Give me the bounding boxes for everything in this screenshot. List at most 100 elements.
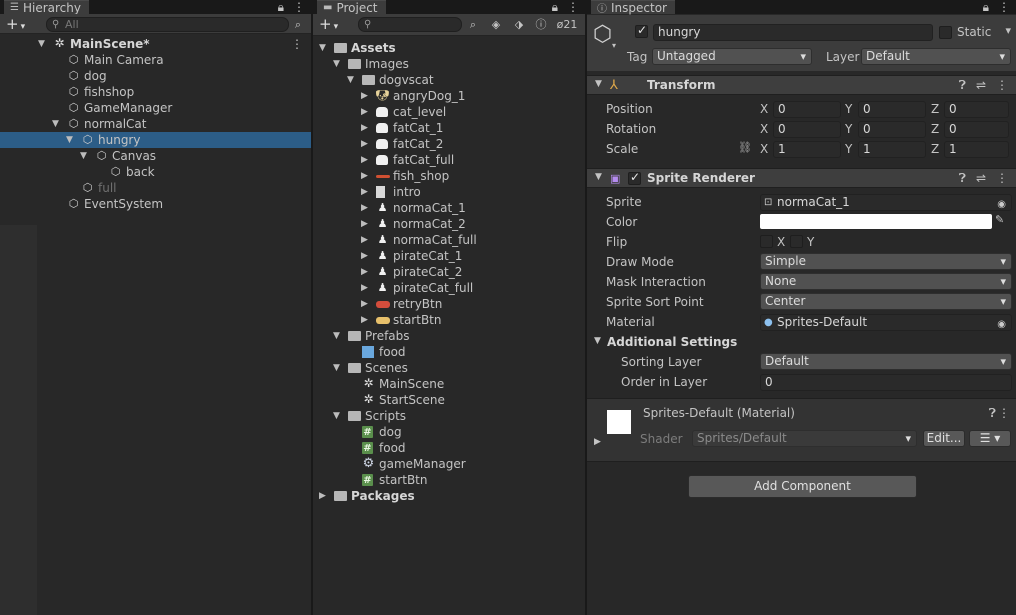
layer-dropdown[interactable]: Default <box>861 48 1011 65</box>
expanded-arrow-icon[interactable]: ▼ <box>333 56 340 72</box>
position-x-field[interactable]: 0 <box>773 101 841 118</box>
rotation-z-axis-label[interactable]: Z <box>931 120 939 138</box>
project-item-piratecat-1[interactable]: ▶ ♟ pirateCat_1 <box>313 248 585 264</box>
create-button[interactable]: + ▾ <box>6 17 25 34</box>
help-icon[interactable]: ❓︎ <box>959 171 966 186</box>
sprite-sort-point-dropdown[interactable]: Center <box>760 293 1012 310</box>
shader-dropdown[interactable]: Sprites/Default <box>692 430 917 447</box>
rotation-z-field[interactable]: 0 <box>944 121 1009 138</box>
draw-mode-dropdown[interactable]: Simple <box>760 253 1012 270</box>
expanded-arrow-icon[interactable]: ▼ <box>333 360 340 376</box>
scale-x-field[interactable]: 1 <box>773 141 841 158</box>
project-item-piratecat-2[interactable]: ▶ ♟ pirateCat_2 <box>313 264 585 280</box>
rotation-x-field[interactable]: 0 <box>773 121 841 138</box>
project-item-assets[interactable]: ▼ Assets <box>313 40 585 56</box>
project-item-fatcat-1[interactable]: ▶ fatCat_1 <box>313 120 585 136</box>
collapse-arrow-icon[interactable]: ▼ <box>595 79 602 89</box>
mask-interaction-dropdown[interactable]: None <box>760 273 1012 290</box>
component-menu-icon[interactable]: ⋮ <box>996 78 1008 93</box>
static-checkbox[interactable] <box>939 26 952 39</box>
lock-icon[interactable]: 🔒︎ <box>552 0 558 15</box>
hidden-packages-button[interactable]: ø21 <box>553 17 581 33</box>
order-in-layer-field[interactable]: 0 <box>760 374 1012 391</box>
project-item-fish-shop[interactable]: ▶ fish_shop <box>313 168 585 184</box>
filter-label-icon[interactable]: ⬗ <box>510 17 528 33</box>
scene-menu-icon[interactable]: ⋮ <box>291 36 303 52</box>
project-item-packages[interactable]: ▶ Packages <box>313 488 585 504</box>
expanded-arrow-icon[interactable]: ▼ <box>347 72 354 88</box>
hierarchy-item-hungry[interactable]: ▼ ⬡ hungry <box>0 132 311 148</box>
expanded-arrow-icon[interactable]: ▼ <box>80 148 87 164</box>
tag-dropdown[interactable]: Untagged <box>652 48 812 65</box>
project-item-startbtn[interactable]: ▶ startBtn <box>313 312 585 328</box>
collapsed-arrow-icon[interactable]: ▶ <box>361 184 368 200</box>
material-field[interactable]: ● Sprites-Default ◉ <box>760 314 1012 331</box>
component-menu-icon[interactable]: ⋮ <box>998 406 1010 420</box>
project-item-images[interactable]: ▼ Images <box>313 56 585 72</box>
add-component-button[interactable]: Add Component <box>688 475 917 498</box>
project-item-fatcat-2[interactable]: ▶ fatCat_2 <box>313 136 585 152</box>
expanded-arrow-icon[interactable]: ▼ <box>66 132 73 148</box>
project-item-angrydog-1[interactable]: ▶ 🐶︎ angryDog_1 <box>313 88 585 104</box>
create-asset-button[interactable]: + ▾ <box>319 17 338 34</box>
project-item-intro[interactable]: ▶ intro <box>313 184 585 200</box>
project-item-dog[interactable]: # dog <box>313 424 585 440</box>
gameobject-cube-icon[interactable]: ⬡ <box>593 22 612 47</box>
scale-z-axis-label[interactable]: Z <box>931 140 939 158</box>
collapsed-arrow-icon[interactable]: ▶ <box>361 88 368 104</box>
collapsed-arrow-icon[interactable]: ▶ <box>361 200 368 216</box>
expanded-arrow-icon[interactable]: ▼ <box>333 328 340 344</box>
object-name-field[interactable]: hungry <box>653 24 933 41</box>
position-y-field[interactable]: 0 <box>858 101 926 118</box>
icon-dropdown-arrow[interactable]: ▾ <box>612 41 616 50</box>
flip-x-checkbox[interactable] <box>760 235 773 248</box>
project-item-retrybtn[interactable]: ▶ retryBtn <box>313 296 585 312</box>
collapsed-arrow-icon[interactable]: ▶ <box>361 248 368 264</box>
rotation-y-field[interactable]: 0 <box>858 121 926 138</box>
scale-z-field[interactable]: 1 <box>944 141 1009 158</box>
eyedropper-icon[interactable]: ✎ <box>995 213 1004 226</box>
collapsed-arrow-icon[interactable]: ▶ <box>361 232 368 248</box>
transform-header[interactable]: ▼ ⅄ Transform ❓︎ ⇌ ⋮ <box>587 75 1016 95</box>
search-filter-button[interactable]: ⌕ <box>289 17 307 33</box>
project-tab[interactable]: ▬ Project <box>317 0 386 15</box>
info-icon[interactable]: ⓘ <box>532 17 550 33</box>
hierarchy-item-canvas[interactable]: ▼ ⬡ Canvas <box>0 148 311 164</box>
sprite-renderer-enabled-checkbox[interactable] <box>628 170 641 185</box>
tab-menu-icon[interactable]: ⋮ <box>567 0 579 14</box>
sorting-layer-dropdown[interactable]: Default <box>760 353 1012 370</box>
project-item-dogvscat[interactable]: ▼ dogvscat <box>313 72 585 88</box>
collapsed-arrow-icon[interactable]: ▶ <box>361 120 368 136</box>
hierarchy-search-input[interactable]: ⚲ All <box>46 17 289 32</box>
presets-icon[interactable]: ⇌ <box>976 78 986 93</box>
material-foldout-arrow[interactable]: ▶ <box>594 437 601 447</box>
project-item-food[interactable]: food <box>313 344 585 360</box>
sprite-field[interactable]: ⊡ normaCat_1 ◉ <box>760 194 1012 211</box>
project-item-normacat-1[interactable]: ▶ ♟ normaCat_1 <box>313 200 585 216</box>
project-item-food[interactable]: # food <box>313 440 585 456</box>
component-menu-icon[interactable]: ⋮ <box>996 171 1008 186</box>
constrain-proportions-icon[interactable]: ⛓ <box>738 141 752 154</box>
hierarchy-item-eventsystem[interactable]: ⬡ EventSystem <box>0 196 311 212</box>
hierarchy-item-back[interactable]: ⬡ back <box>0 164 311 180</box>
project-item-startscene[interactable]: ✲ StartScene <box>313 392 585 408</box>
flip-y-checkbox[interactable] <box>790 235 803 248</box>
additional-settings-arrow[interactable]: ▼ <box>594 336 601 346</box>
inspector-tab[interactable]: ⓘ Inspector <box>591 0 675 15</box>
scale-y-field[interactable]: 1 <box>858 141 926 158</box>
active-checkbox[interactable] <box>635 23 648 38</box>
scale-y-axis-label[interactable]: Y <box>845 140 852 158</box>
project-item-gamemanager[interactable]: ⚙ gameManager <box>313 456 585 472</box>
collapsed-arrow-icon[interactable]: ▶ <box>361 264 368 280</box>
collapsed-arrow-icon[interactable]: ▶ <box>361 296 368 312</box>
hierarchy-item-mainscene[interactable]: ▼ ✲ MainScene* ⋮ <box>0 36 311 52</box>
expanded-arrow-icon[interactable]: ▼ <box>333 408 340 424</box>
hierarchy-item-fishshop[interactable]: ⬡ fishshop <box>0 84 311 100</box>
additional-settings-title[interactable]: Additional Settings <box>607 333 737 351</box>
project-item-scripts[interactable]: ▼ Scripts <box>313 408 585 424</box>
hierarchy-item-full[interactable]: ⬡ full <box>0 180 311 196</box>
hierarchy-item-gamemanager[interactable]: ⬡ GameManager <box>0 100 311 116</box>
project-item-startbtn[interactable]: # startBtn <box>313 472 585 488</box>
collapsed-arrow-icon[interactable]: ▶ <box>361 136 368 152</box>
expanded-arrow-icon[interactable]: ▼ <box>38 36 45 52</box>
